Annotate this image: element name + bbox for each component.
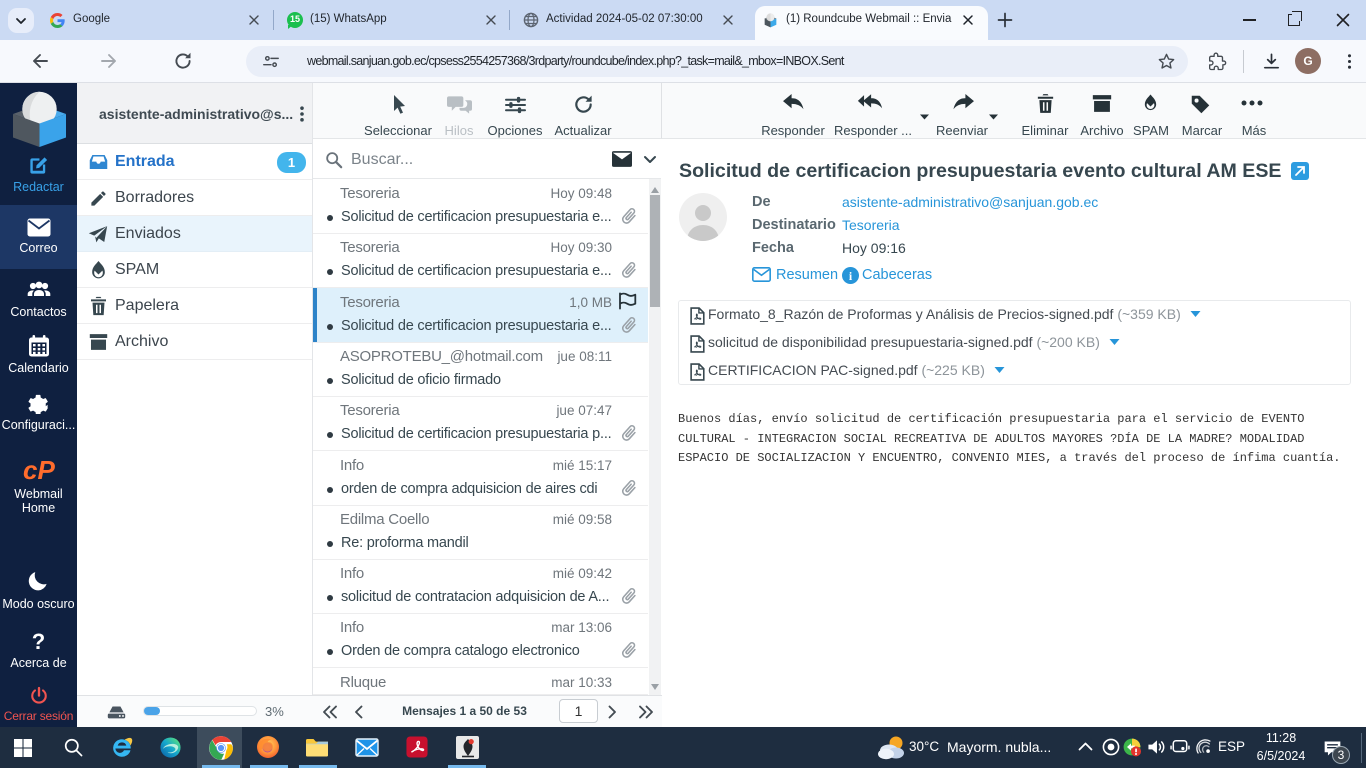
svg-text:cP: cP	[23, 455, 55, 485]
